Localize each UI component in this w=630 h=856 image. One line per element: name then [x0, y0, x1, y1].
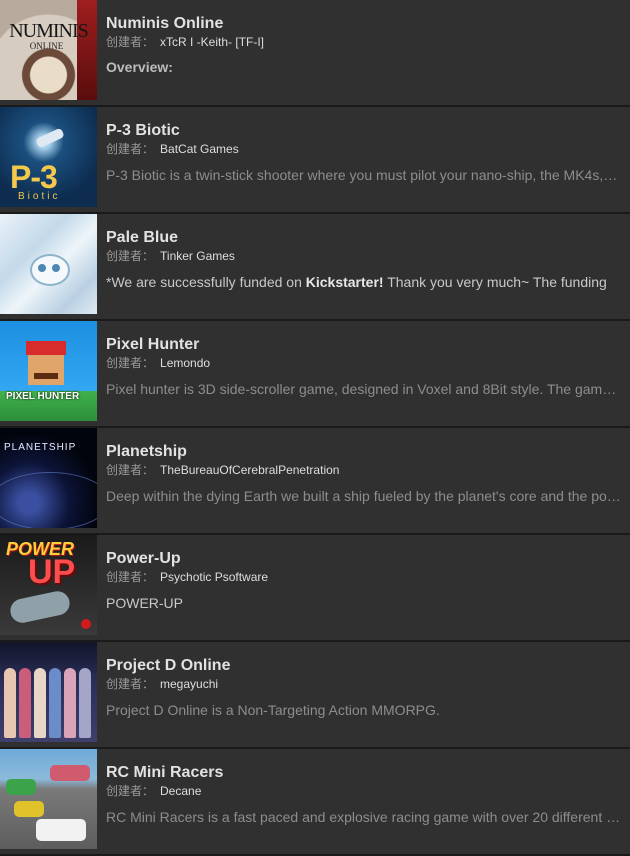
creator-prefix: 创建者： [106, 249, 155, 263]
character-figure [64, 668, 76, 738]
ship-shape [8, 589, 72, 625]
creator-prefix: 创建者： [106, 570, 155, 584]
creator-prefix: 创建者： [106, 463, 155, 477]
character-figure [34, 668, 46, 738]
game-title[interactable]: Pixel Hunter [106, 335, 630, 354]
creator-prefix: 创建者： [106, 677, 155, 691]
car-shape [50, 765, 90, 781]
thumbnail-logo-text: PIXEL HUNTER [6, 391, 80, 402]
character-head [28, 355, 64, 385]
character-eye [38, 264, 46, 272]
creator-name[interactable]: megayuchi [160, 677, 218, 691]
game-list: NUMINIS ONLINE Numinis Online 创建者： xTcR I… [0, 0, 630, 856]
game-description: Pixel hunter is 3D side-scroller game, d… [106, 381, 621, 397]
creator-line: 创建者： Decane [106, 783, 630, 799]
list-item[interactable]: NUMINIS ONLINE Numinis Online 创建者： xTcR I… [0, 0, 630, 107]
character-figure [79, 668, 91, 738]
game-thumbnail[interactable]: PIXEL HUNTER [0, 321, 97, 421]
game-thumbnail[interactable]: NUMINIS ONLINE [0, 0, 97, 100]
creator-name[interactable]: Tinker Games [160, 249, 235, 263]
game-title[interactable]: P-3 Biotic [106, 121, 630, 140]
list-item[interactable]: P-3 Biotic P-3 Biotic 创建者： BatCat Games P… [0, 107, 630, 214]
game-title[interactable]: Project D Online [106, 656, 630, 675]
creator-name[interactable]: xTcR I -Keith- [TF-I] [160, 35, 264, 49]
creator-name[interactable]: Decane [160, 784, 201, 798]
character-face [30, 254, 70, 286]
creator-name[interactable]: Lemondo [160, 356, 210, 370]
character-figure [19, 668, 31, 738]
list-item[interactable]: Project D Online 创建者： megayuchi Project D… [0, 642, 630, 749]
car-shape [14, 801, 44, 817]
car-shape [6, 779, 36, 795]
game-thumbnail[interactable] [0, 642, 97, 742]
thumbnail-logo-text: PLANETSHIP [4, 442, 77, 453]
game-thumbnail[interactable]: PLANETSHIP [0, 428, 97, 528]
character-figure [49, 668, 61, 738]
game-title[interactable]: Numinis Online [106, 14, 630, 33]
creator-name[interactable]: BatCat Games [160, 142, 239, 156]
creator-prefix: 创建者： [106, 356, 155, 370]
game-thumbnail[interactable]: POWER UP [0, 535, 97, 635]
creator-name[interactable]: TheBureauOfCerebralPenetration [160, 463, 339, 477]
red-dot-icon [81, 619, 91, 629]
game-thumbnail[interactable] [0, 749, 97, 849]
game-title[interactable]: Power-Up [106, 549, 630, 568]
creator-prefix: 创建者： [106, 784, 155, 798]
game-description: RC Mini Racers is a fast paced and explo… [106, 809, 621, 825]
thumbnail-logo-subtext: Biotic [18, 191, 61, 202]
description-bold-text: Kickstarter! [305, 274, 384, 290]
description-text-end: Thank you very much~ The funding [383, 274, 607, 290]
game-thumbnail[interactable] [0, 214, 97, 314]
thumbnail-logo-subtext: UP [28, 553, 76, 591]
list-item[interactable]: PIXEL HUNTER Pixel Hunter 创建者： Lemondo Pi… [0, 321, 630, 428]
list-item[interactable]: PLANETSHIP Planetship 创建者： TheBureauOfCer… [0, 428, 630, 535]
character-mustache [34, 373, 58, 379]
game-description: POWER-UP [106, 595, 183, 611]
creator-line: 创建者： TheBureauOfCerebralPenetration [106, 462, 630, 478]
game-description: Overview: [106, 59, 173, 75]
character-hat [26, 341, 66, 355]
creator-line: 创建者： xTcR I -Keith- [TF-I] [106, 34, 630, 50]
car-shape [36, 819, 86, 841]
game-title[interactable]: Pale Blue [106, 228, 630, 247]
game-title[interactable]: RC Mini Racers [106, 763, 630, 782]
thumbnail-logo-text: NUMINIS [9, 20, 89, 42]
creator-line: 创建者： BatCat Games [106, 141, 630, 157]
creator-line: 创建者： Psychotic Psoftware [106, 569, 630, 585]
creator-line: 创建者： megayuchi [106, 676, 630, 692]
game-thumbnail[interactable]: P-3 Biotic [0, 107, 97, 207]
creator-prefix: 创建者： [106, 35, 155, 49]
orbit-shape [0, 472, 97, 528]
creator-line: 创建者： Lemondo [106, 355, 630, 371]
character-figure [4, 668, 16, 738]
thumbnail-logo-subtext: ONLINE [29, 41, 64, 51]
description-text: *We are successfully funded on [106, 274, 306, 290]
game-description: P-3 Biotic is a twin-stick shooter where… [106, 167, 621, 183]
game-title[interactable]: Planetship [106, 442, 630, 461]
character-eye [52, 264, 60, 272]
game-description: *We are successfully funded on Kickstart… [106, 273, 621, 291]
list-item[interactable]: POWER UP Power-Up 创建者： Psychotic Psoftwar… [0, 535, 630, 642]
list-item[interactable]: Pale Blue 创建者： Tinker Games *We are succe… [0, 214, 630, 321]
creator-name[interactable]: Psychotic Psoftware [160, 570, 268, 584]
creator-line: 创建者： Tinker Games [106, 248, 630, 264]
game-description: Project D Online is a Non-Targeting Acti… [106, 702, 440, 718]
ship-shape [35, 127, 65, 149]
creator-prefix: 创建者： [106, 142, 155, 156]
list-item[interactable]: RC Mini Racers 创建者： Decane RC Mini Racers… [0, 749, 630, 856]
game-description: Deep within the dying Earth we built a s… [106, 488, 621, 504]
